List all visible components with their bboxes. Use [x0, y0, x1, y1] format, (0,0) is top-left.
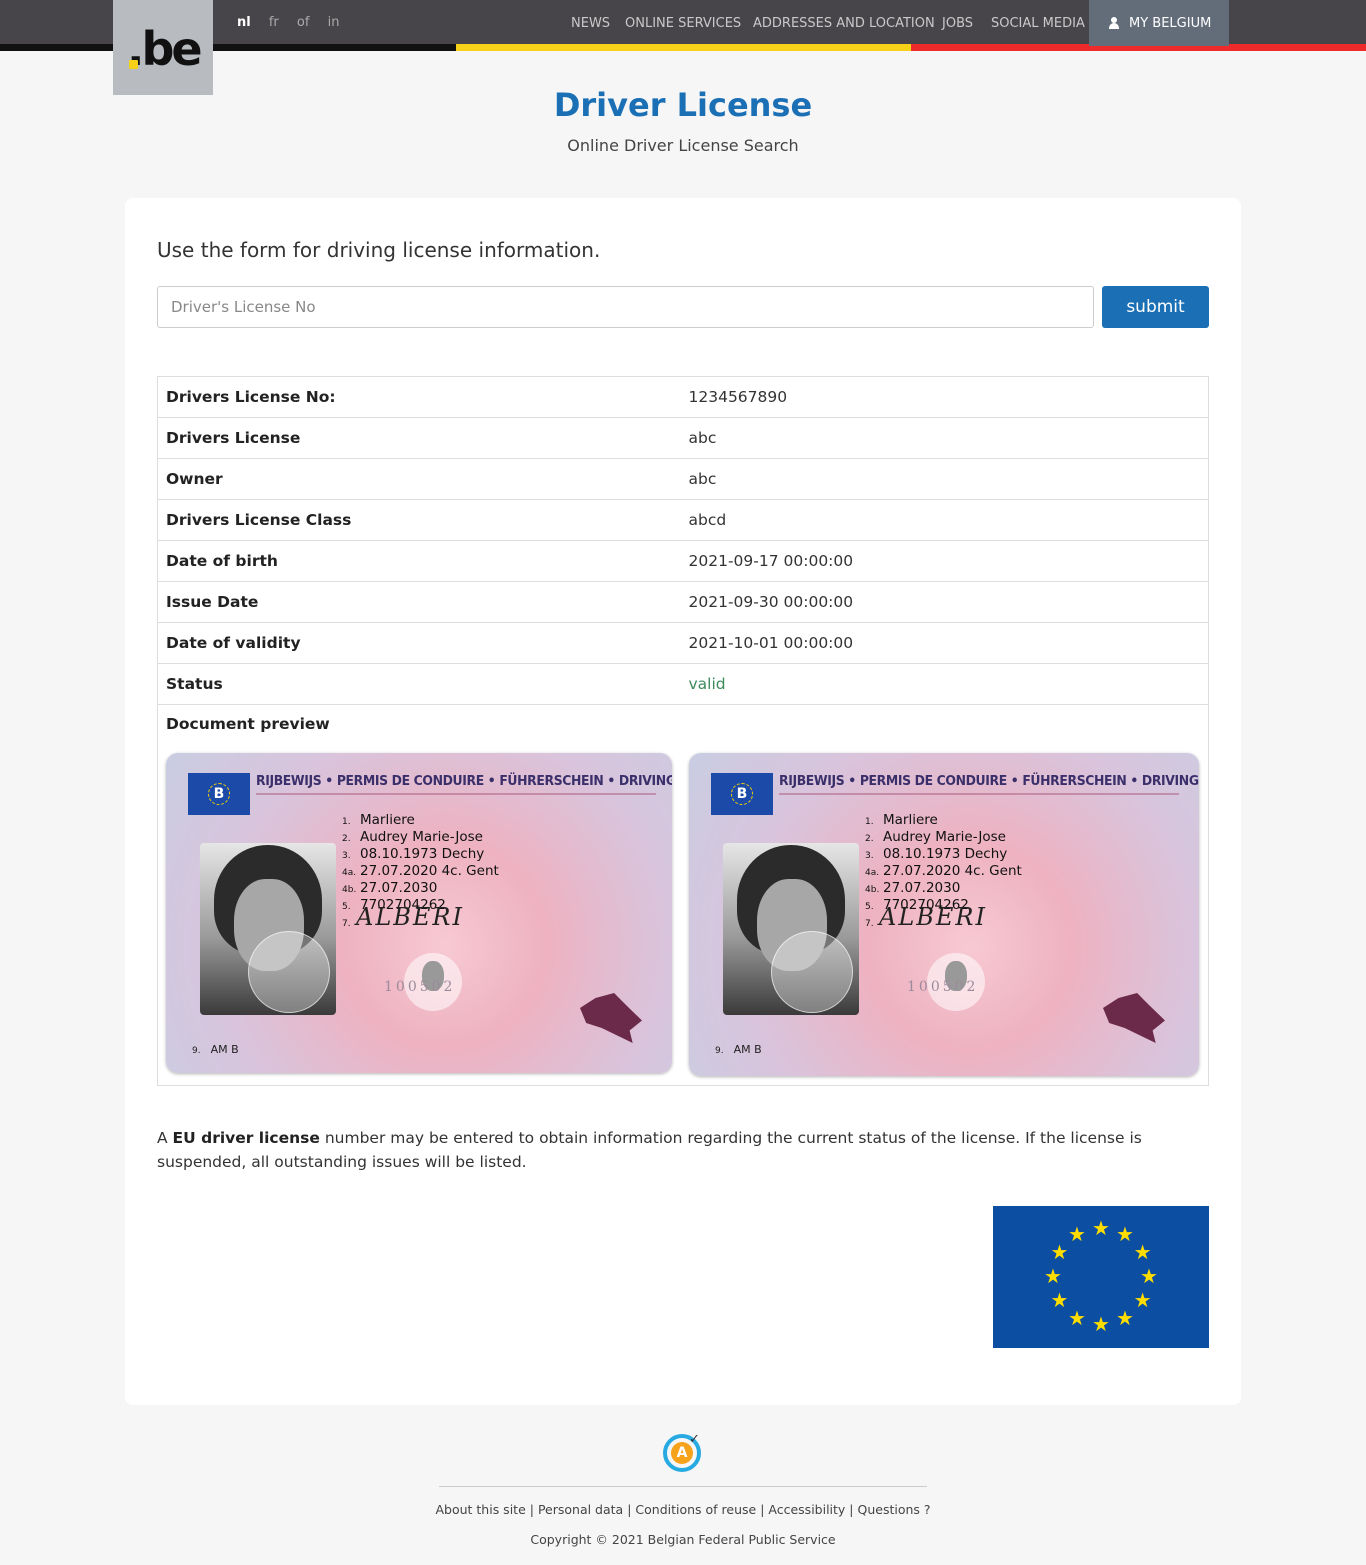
- table-row: Date of validity 2021-10-01 00:00:00: [157, 622, 1209, 664]
- lang-in[interactable]: in: [328, 15, 340, 30]
- license-category: 9. AM B: [715, 1043, 762, 1056]
- form-heading: Use the form for driving license informa…: [157, 238, 601, 262]
- row-value: abcd: [680, 499, 1209, 541]
- accessibility-icon[interactable]: A ✓: [663, 1432, 703, 1472]
- row-label: Drivers License No:: [157, 376, 681, 418]
- license-card-back: B RIJBEWIJS • PERMIS DE CONDUIRE • FÜHRE…: [689, 753, 1199, 1076]
- table-row: Drivers License Class abcd: [157, 499, 1209, 541]
- status-value: valid: [680, 663, 1209, 705]
- license-details-table: Drivers License No: 1234567890 Drivers L…: [157, 376, 1209, 1086]
- language-switcher: nl fr of in: [237, 15, 353, 30]
- eu-star-icon: ★: [1133, 1240, 1152, 1264]
- belgium-map-icon: [1103, 993, 1165, 1043]
- license-header: RIJBEWIJS • PERMIS DE CONDUIRE • FÜHRERS…: [779, 773, 1199, 789]
- footer-divider: [439, 1486, 927, 1487]
- hologram: [771, 931, 853, 1013]
- row-label: Drivers License: [157, 417, 681, 459]
- flag-stripe-yellow: [456, 44, 911, 51]
- eu-emblem: B: [188, 773, 250, 815]
- footer-link-about[interactable]: About this site: [435, 1502, 525, 1517]
- license-header: RIJBEWIJS • PERMIS DE CONDUIRE • FÜHRERS…: [256, 773, 672, 789]
- row-value: abc: [680, 417, 1209, 459]
- row-label: Status: [157, 663, 681, 705]
- eu-star-icon: ★: [1050, 1288, 1069, 1312]
- my-belgium-label: MY BELGIUM: [1129, 16, 1212, 31]
- eu-star-icon: ★: [1050, 1240, 1069, 1264]
- user-icon: [1109, 17, 1119, 29]
- document-preview-row: Document preview B RIJBEWIJS • PERMIS DE…: [157, 704, 1209, 1086]
- row-value: abc: [680, 458, 1209, 500]
- row-value: 2021-10-01 00:00:00: [680, 622, 1209, 664]
- serial-number: 100502: [907, 979, 979, 995]
- footer-link-personal-data[interactable]: Personal data: [538, 1502, 623, 1517]
- eu-flag: ★ ★ ★ ★ ★ ★ ★ ★ ★ ★ ★ ★: [993, 1206, 1209, 1348]
- page-subtitle: Online Driver License Search: [567, 136, 799, 155]
- license-category: 9. AM B: [192, 1043, 239, 1056]
- nav-online-services[interactable]: ONLINE SERVICES: [625, 16, 741, 31]
- lang-fr[interactable]: fr: [269, 15, 279, 30]
- signature: ALBERI: [879, 903, 987, 931]
- table-row: Owner abc: [157, 458, 1209, 500]
- hologram: [248, 931, 330, 1013]
- nav-jobs[interactable]: JOBS: [942, 16, 973, 31]
- logo-dot: [129, 60, 138, 69]
- nav-social-media[interactable]: SOCIAL MEDIA: [991, 16, 1085, 31]
- row-value: 1234567890: [680, 376, 1209, 418]
- table-row: Status valid: [157, 663, 1209, 705]
- row-label: Owner: [157, 458, 681, 500]
- belgium-map-icon: [580, 993, 642, 1043]
- nav-addresses-and-location[interactable]: ADDRESSES AND LOCATION: [753, 16, 935, 31]
- row-label: Issue Date: [157, 581, 681, 623]
- search-card: Use the form for driving license informa…: [125, 198, 1241, 1405]
- table-row: Issue Date 2021-09-30 00:00:00: [157, 581, 1209, 623]
- eu-star-icon: ★: [1133, 1288, 1152, 1312]
- footer-links: About this site | Personal data | Condit…: [435, 1502, 931, 1517]
- footer-link-conditions[interactable]: Conditions of reuse: [635, 1502, 756, 1517]
- copyright: Copyright © 2021 Belgian Federal Public …: [530, 1532, 836, 1547]
- footer-link-questions[interactable]: Questions ?: [858, 1502, 931, 1517]
- row-value: 2021-09-17 00:00:00: [680, 540, 1209, 582]
- footer-link-accessibility[interactable]: Accessibility: [768, 1502, 845, 1517]
- row-label: Drivers License Class: [157, 499, 681, 541]
- preview-label: Document preview: [166, 715, 330, 733]
- license-number-input[interactable]: [157, 286, 1094, 328]
- serial-number: 100502: [384, 979, 456, 995]
- license-card-front: B RIJBEWIJS • PERMIS DE CONDUIRE • FÜHRE…: [166, 753, 672, 1073]
- eu-star-icon: ★: [1092, 1216, 1110, 1240]
- eu-star-icon: ★: [1140, 1264, 1158, 1288]
- eu-star-icon: ★: [1116, 1305, 1134, 1330]
- submit-button[interactable]: submit: [1102, 286, 1209, 328]
- table-row: Date of birth 2021-09-17 00:00:00: [157, 540, 1209, 582]
- eu-star-icon: ★: [1044, 1264, 1062, 1288]
- be-logo[interactable]: .be: [113, 0, 213, 95]
- row-label: Date of validity: [157, 622, 681, 664]
- eu-emblem: B: [711, 773, 773, 815]
- eu-star-icon: ★: [1068, 1222, 1086, 1247]
- lang-nl[interactable]: nl: [237, 15, 251, 30]
- explanation-text: A EU driver license number may be entere…: [157, 1129, 1142, 1171]
- explanation-bold: EU driver license: [172, 1129, 320, 1147]
- table-row: Drivers License abc: [157, 417, 1209, 459]
- my-belgium-button[interactable]: MY BELGIUM: [1089, 0, 1229, 46]
- flag-stripe-black: [0, 44, 456, 51]
- table-row: Drivers License No: 1234567890: [157, 376, 1209, 418]
- row-value: 2021-09-30 00:00:00: [680, 581, 1209, 623]
- lang-of[interactable]: of: [297, 15, 310, 30]
- eu-star-icon: ★: [1092, 1312, 1110, 1336]
- row-label: Date of birth: [157, 540, 681, 582]
- nav-news[interactable]: NEWS: [571, 16, 610, 31]
- document-preview-cell: Document preview B RIJBEWIJS • PERMIS DE…: [157, 704, 1209, 1086]
- eu-star-icon: ★: [1068, 1305, 1086, 1330]
- signature: ALBERI: [356, 903, 464, 931]
